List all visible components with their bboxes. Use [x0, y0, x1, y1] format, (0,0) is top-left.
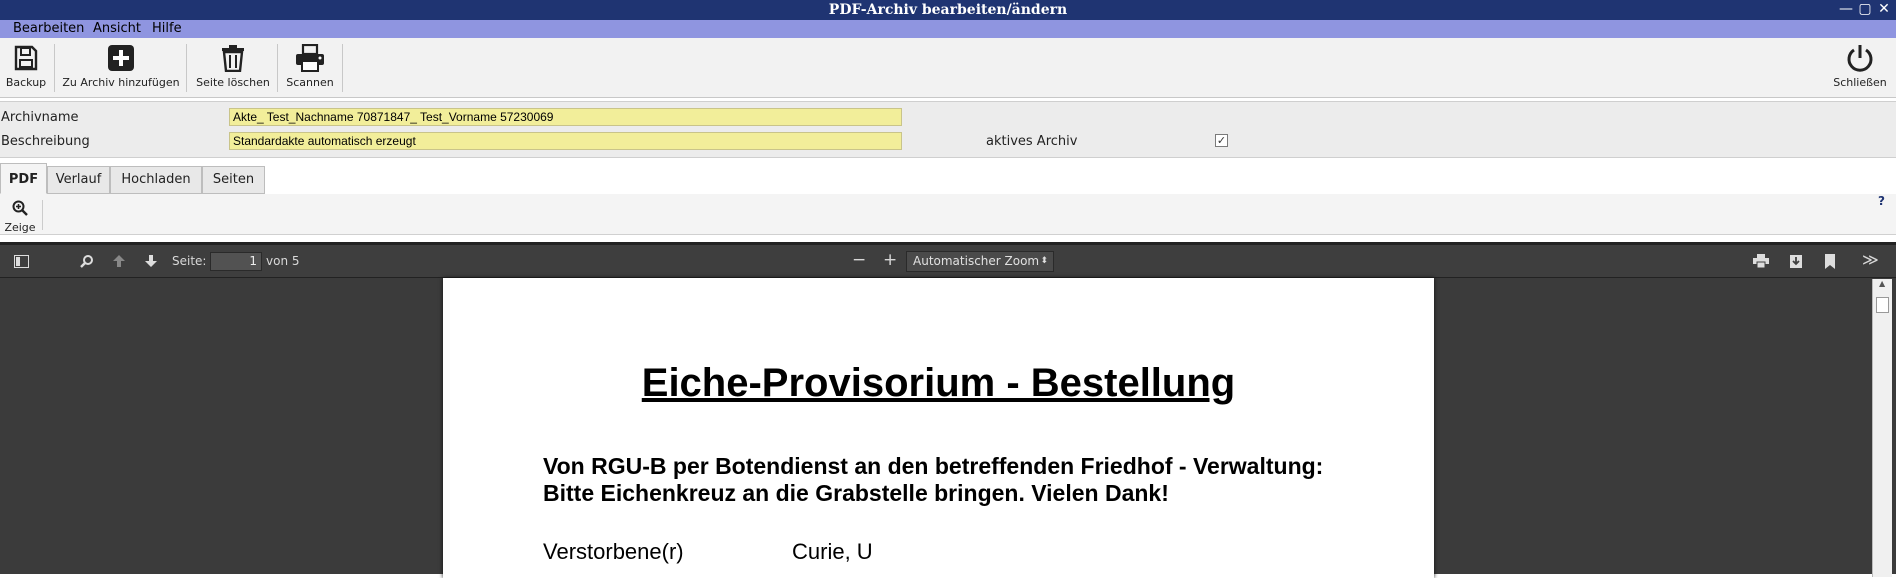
tab-seiten[interactable]: Seiten: [202, 166, 265, 194]
toolbar-separator: [54, 44, 55, 92]
plus-square-icon: [108, 45, 134, 71]
pdf-subtoolbar: Zeige ?: [0, 194, 1896, 235]
arrow-up-icon[interactable]: [112, 254, 126, 268]
tab-hochladen[interactable]: Hochladen: [110, 166, 202, 194]
print-icon[interactable]: [1753, 254, 1769, 268]
document-line-1: Von RGU-B per Botendienst an den betreff…: [543, 453, 1324, 479]
tab-pdf[interactable]: PDF: [0, 163, 47, 194]
window-title: PDF-Archiv bearbeiten/ändern: [828, 2, 1068, 18]
zoom-select-value: Automatischer Zoom: [913, 254, 1040, 268]
trash-icon: [222, 45, 244, 72]
viewer-scrollbar[interactable]: ▲: [1872, 279, 1892, 577]
chevron-updown-icon: ⬍: [1040, 256, 1048, 266]
beschreibung-input[interactable]: Standardakte automatisch erzeugt: [229, 132, 902, 150]
maximize-button[interactable]: ▢: [1857, 1, 1873, 17]
menu-bearbeiten[interactable]: Bearbeiten: [13, 21, 84, 36]
backup-label: Backup: [5, 76, 47, 89]
scan-label: Scannen: [286, 76, 334, 89]
menu-bar: Bearbeiten Ansicht Hilfe: [0, 20, 1896, 38]
sidebar-toggle-icon[interactable]: [14, 255, 29, 268]
page-number-input[interactable]: 1: [210, 252, 262, 271]
help-icon[interactable]: ?: [1878, 194, 1885, 208]
archivname-input[interactable]: Akte_ Test_Nachname 70871847_ Test_Vorna…: [229, 108, 902, 126]
menu-hilfe[interactable]: Hilfe: [152, 21, 182, 36]
printer-icon: [296, 44, 324, 72]
archivname-label: Archivname: [1, 110, 79, 125]
document-line-2: Bitte Eichenkreuz an die Grabstelle brin…: [543, 480, 1169, 506]
zeige-label: Zeige: [4, 221, 36, 234]
scrollbar-thumb[interactable]: [1876, 297, 1889, 313]
toolbar-separator: [277, 44, 278, 92]
zoom-out-button[interactable]: −: [852, 250, 866, 270]
deceased-label: Verstorbene(r): [543, 539, 684, 564]
pdf-viewer: Seite: 1 von 5 − + Automatischer Zoom ⬍ …: [0, 242, 1896, 578]
deceased-value: Curie, U: [792, 539, 873, 564]
bookmark-icon[interactable]: [1824, 254, 1836, 269]
title-bar: PDF-Archiv bearbeiten/ändern — ▢ ✕: [0, 0, 1896, 20]
toolbar-separator: [186, 44, 187, 92]
scan-button[interactable]: Scannen: [282, 38, 338, 96]
arrow-down-icon[interactable]: [144, 254, 158, 268]
close-button[interactable]: Schließen: [1830, 38, 1890, 96]
add-to-archive-label: Zu Archiv hinzufügen: [62, 76, 180, 89]
aktives-archiv-label: aktives Archiv: [986, 134, 1078, 149]
backup-button[interactable]: Backup: [2, 38, 50, 96]
tab-verlauf[interactable]: Verlauf: [47, 166, 110, 194]
power-icon: [1847, 45, 1873, 72]
aktives-archiv-checkbox[interactable]: ✓: [1215, 134, 1228, 147]
document-title: Eiche-Provisorium - Bestellung: [641, 361, 1236, 405]
menu-ansicht[interactable]: Ansicht: [93, 21, 141, 36]
zoom-in-icon: [12, 200, 28, 216]
beschreibung-label: Beschreibung: [1, 134, 90, 149]
add-to-archive-button[interactable]: Zu Archiv hinzufügen: [60, 38, 182, 96]
pdf-page: Eiche-Provisorium - Bestellung Von RGU-B…: [443, 278, 1434, 578]
close-label: Schließen: [1833, 76, 1887, 89]
more-tools-button[interactable]: ≫: [1862, 250, 1879, 269]
save-icon: [14, 45, 38, 71]
archive-form: Archivname Akte_ Test_Nachname 70871847_…: [0, 101, 1896, 158]
viewer-toolbar: Seite: 1 von 5 − + Automatischer Zoom ⬍ …: [0, 245, 1896, 278]
zoom-in-button[interactable]: +: [883, 250, 897, 270]
minimize-button[interactable]: —: [1838, 1, 1854, 17]
search-icon[interactable]: [80, 254, 94, 268]
toolbar-separator: [342, 44, 343, 92]
zeige-button[interactable]: Zeige: [2, 200, 38, 235]
subtoolbar-separator: [42, 200, 43, 230]
download-icon[interactable]: [1789, 254, 1803, 269]
close-window-button[interactable]: ✕: [1876, 1, 1892, 17]
zoom-select[interactable]: Automatischer Zoom ⬍: [906, 251, 1054, 272]
delete-page-label: Seite löschen: [196, 76, 270, 89]
page-label: Seite:: [172, 254, 207, 268]
delete-page-button[interactable]: Seite löschen: [192, 38, 274, 96]
main-toolbar: Backup Zu Archiv hinzufügen Seite lösche…: [0, 38, 1896, 98]
page-total: von 5: [266, 254, 300, 268]
scroll-up-icon[interactable]: ▲: [1879, 279, 1885, 288]
